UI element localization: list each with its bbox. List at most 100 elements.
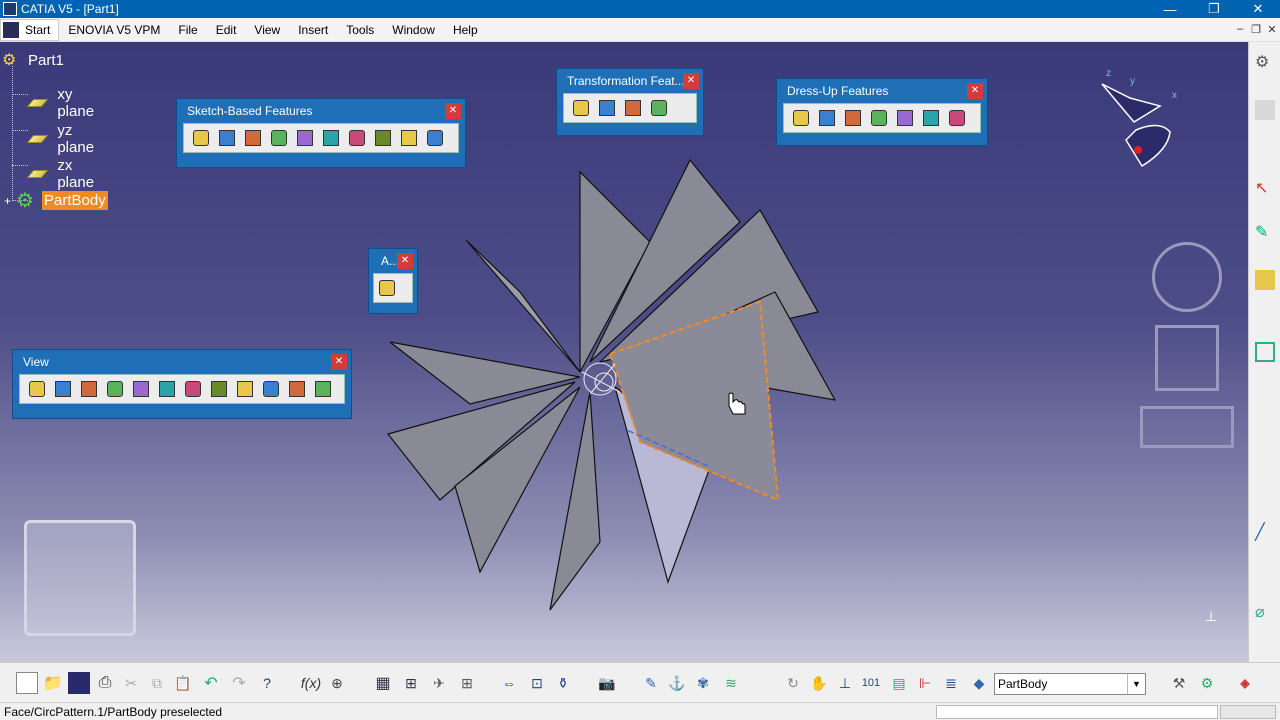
navigation-rect-icon[interactable] xyxy=(1140,406,1234,448)
menu-edit[interactable]: Edit xyxy=(207,23,246,37)
mirror-icon[interactable] xyxy=(596,97,618,119)
catia-app-icon[interactable] xyxy=(3,2,17,16)
hole-icon[interactable] xyxy=(294,127,316,149)
command-input[interactable] xyxy=(936,705,1218,719)
sketch-based-features-toolbar[interactable]: Sketch-Based Features ✕ xyxy=(176,98,466,168)
zoom-out-icon[interactable] xyxy=(156,378,178,400)
iso-view-icon[interactable] xyxy=(234,378,256,400)
tree-xy-plane[interactable]: xy plane xyxy=(55,85,100,121)
scaling-icon[interactable] xyxy=(648,97,670,119)
expand-plus-icon[interactable]: + xyxy=(4,194,16,208)
start-menu-button[interactable]: Start xyxy=(0,18,60,41)
settings-icon[interactable]: ⚙ xyxy=(1196,672,1218,694)
rotate-icon[interactable] xyxy=(104,378,126,400)
sketcher-icon[interactable]: ⚙ xyxy=(1255,52,1275,72)
close-icon[interactable]: ✕ xyxy=(331,354,347,370)
3d-viewport[interactable]: ⚙ Part1 xy plane yz plane zx plane + ⚙ P… xyxy=(0,42,1248,662)
tree-yz-plane[interactable]: yz plane xyxy=(55,121,100,157)
hierarchy-icon[interactable]: ⊞ xyxy=(400,672,422,694)
layer-icon[interactable]: ≋ xyxy=(720,672,742,694)
tree-partbody[interactable]: PartBody xyxy=(42,191,108,210)
axis-system-icon[interactable]: ⊥ xyxy=(834,672,856,694)
select-arrow-icon[interactable]: ↖ xyxy=(1255,178,1275,198)
pad-icon[interactable] xyxy=(1255,270,1275,290)
slot-icon[interactable] xyxy=(346,127,368,149)
minimize-button[interactable]: — xyxy=(1148,0,1192,18)
compass[interactable]: z y x xyxy=(1090,68,1200,178)
menu-window[interactable]: Window xyxy=(383,23,444,37)
fly-mode-icon[interactable] xyxy=(26,378,48,400)
command-button[interactable] xyxy=(1220,705,1276,719)
rib-icon[interactable] xyxy=(320,127,342,149)
measure-icon[interactable]: ⌀ xyxy=(1255,602,1275,622)
plane-tool-icon[interactable] xyxy=(1255,342,1275,362)
knowledge-icon[interactable]: ⊕ xyxy=(326,672,348,694)
transformation-features-toolbar[interactable]: Transformation Feat... ✕ xyxy=(556,68,704,136)
shaft-icon[interactable] xyxy=(242,127,264,149)
tree-zx-plane[interactable]: zx plane xyxy=(55,156,100,192)
parallel-icon[interactable]: ⊩ xyxy=(914,672,936,694)
remove-face-icon[interactable] xyxy=(946,107,968,129)
print-icon[interactable]: ⎙ xyxy=(94,672,116,694)
measure-item-icon[interactable]: ⊡ xyxy=(526,672,548,694)
define-work-object-icon[interactable]: ◆ xyxy=(968,672,990,694)
save-icon[interactable] xyxy=(68,672,90,694)
draft-icon[interactable] xyxy=(842,107,864,129)
normal-view-icon[interactable] xyxy=(182,378,204,400)
apply-material-toolbar[interactable]: A... ✕ xyxy=(368,248,418,314)
translation-icon[interactable] xyxy=(570,97,592,119)
pad-icon[interactable] xyxy=(190,127,212,149)
tools-icon[interactable]: ⚒ xyxy=(1168,672,1190,694)
groove-icon[interactable] xyxy=(268,127,290,149)
close-icon[interactable]: ✕ xyxy=(967,83,983,99)
paste-icon[interactable]: 📋 xyxy=(172,672,194,694)
stiffener-icon[interactable] xyxy=(372,127,394,149)
analysis-icon[interactable]: ⊞ xyxy=(456,672,478,694)
restore-button[interactable]: ❐ xyxy=(1192,0,1236,18)
multi-view-icon[interactable] xyxy=(208,378,230,400)
navigation-sphere-icon[interactable] xyxy=(1152,242,1222,312)
camera-icon[interactable]: 📷 xyxy=(596,672,618,694)
close-button[interactable]: ✕ xyxy=(1236,0,1280,18)
apply-material-icon[interactable] xyxy=(376,277,398,299)
shading-icon[interactable] xyxy=(260,378,282,400)
material-icon[interactable]: ✎ xyxy=(640,672,662,694)
table-icon[interactable]: ▦ xyxy=(372,672,394,694)
close-icon[interactable]: ✕ xyxy=(397,253,413,269)
catia-logo-icon[interactable]: ◈ xyxy=(1234,672,1256,694)
hide-show-icon[interactable] xyxy=(286,378,308,400)
copy-icon[interactable]: ⧉ xyxy=(146,672,168,694)
exit-workbench-icon[interactable] xyxy=(1255,100,1275,120)
help-icon[interactable]: ? xyxy=(256,672,278,694)
redo-icon[interactable]: ↷ xyxy=(228,672,250,694)
swap-visible-icon[interactable] xyxy=(312,378,334,400)
mdi-close-button[interactable]: ✕ xyxy=(1264,23,1280,36)
numbers-icon[interactable]: 101 xyxy=(860,672,882,694)
chevron-down-icon[interactable]: ▼ xyxy=(1127,674,1145,694)
removed-multi-section-icon[interactable] xyxy=(424,127,446,149)
close-icon[interactable]: ✕ xyxy=(683,73,699,89)
new-icon[interactable] xyxy=(16,672,38,694)
thickness-icon[interactable] xyxy=(894,107,916,129)
close-icon[interactable]: ✕ xyxy=(445,103,461,119)
view-toolbar[interactable]: View ✕ xyxy=(12,349,352,419)
dress-up-features-toolbar[interactable]: Dress-Up Features ✕ xyxy=(776,78,988,146)
zoom-in-icon[interactable] xyxy=(130,378,152,400)
mass-icon[interactable]: ⚱ xyxy=(552,672,574,694)
chamfer-icon[interactable] xyxy=(816,107,838,129)
shell-icon[interactable] xyxy=(868,107,890,129)
current-body-select[interactable]: PartBody ▼ xyxy=(994,673,1146,695)
menu-view[interactable]: View xyxy=(245,23,289,37)
mdi-minimize-button[interactable]: – xyxy=(1232,23,1248,36)
menu-file[interactable]: File xyxy=(169,23,206,37)
open-icon[interactable]: 📁 xyxy=(42,672,64,694)
snap-icon[interactable]: ⇔ xyxy=(498,672,520,694)
undo-icon[interactable]: ↶ xyxy=(200,672,222,694)
fit-all-icon[interactable] xyxy=(52,378,74,400)
cut-icon[interactable]: ✂ xyxy=(120,672,142,694)
spin-icon[interactable]: ↻ xyxy=(782,672,804,694)
fly-icon[interactable]: ✈ xyxy=(428,672,450,694)
circular-pattern-icon[interactable] xyxy=(622,97,644,119)
pocket-icon[interactable] xyxy=(216,127,238,149)
repeat-icon[interactable]: ▤ xyxy=(888,672,910,694)
